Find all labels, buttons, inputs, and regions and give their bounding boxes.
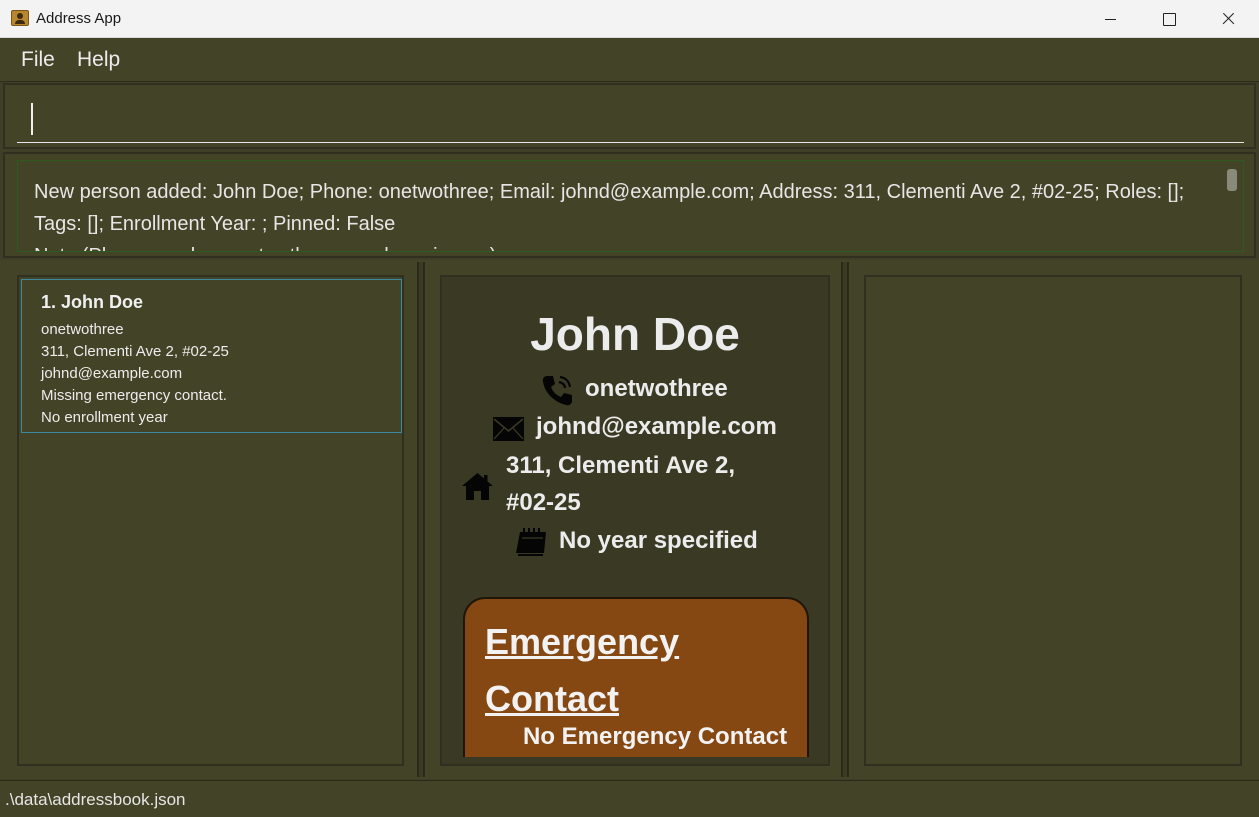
person-card-email: johnd@example.com <box>41 365 183 382</box>
window-title: Address App <box>36 10 122 27</box>
menu-bar: File Help <box>0 38 1259 82</box>
detail-address-line1: 311, Clementi Ave 2, <box>506 452 736 479</box>
result-scrollbar-thumb[interactable] <box>1227 169 1237 191</box>
result-line: Note (Phone number onetwothree may have … <box>34 240 1214 251</box>
detail-name: John Doe <box>530 308 740 360</box>
detail-phone: onetwothree <box>585 375 728 402</box>
person-card[interactable]: 1. John Doe onetwothree 311, Clementi Av… <box>21 279 402 433</box>
detail-email: johnd@example.com <box>536 413 777 440</box>
calendar-icon <box>516 528 546 556</box>
person-card-name: 1. John Doe <box>41 292 144 312</box>
detail-address-line2: #02-25 <box>506 489 581 516</box>
person-card-emergency: Missing emergency contact. <box>41 387 227 404</box>
minimize-button[interactable] <box>1082 0 1140 38</box>
result-line: New person added: John Doe; Phone: onetw… <box>34 181 1185 203</box>
result-line: Tags: []; Enrollment Year: ; Pinned: Fal… <box>34 213 396 235</box>
status-file-path: .\data\addressbook.json <box>5 790 186 809</box>
menu-file[interactable]: File <box>21 48 55 72</box>
emergency-contact-title: Emergency Contact <box>485 613 725 727</box>
emergency-title-line1: Emergency <box>485 621 680 662</box>
person-card-enrollment: No enrollment year <box>41 409 168 426</box>
person-card-phone: onetwothree <box>41 321 124 338</box>
close-button[interactable] <box>1199 0 1257 38</box>
detail-enrollment-year: No year specified <box>559 527 758 554</box>
result-display: New person added: John Doe; Phone: onetw… <box>3 152 1256 258</box>
person-list-panel: 1. John Doe onetwothree 311, Clementi Av… <box>17 275 404 766</box>
menu-help[interactable]: Help <box>77 48 120 72</box>
split-divider-right[interactable] <box>841 262 849 777</box>
phone-icon <box>542 375 572 406</box>
emergency-title-line2: Contact <box>485 678 619 719</box>
status-bar: .\data\addressbook.json <box>0 780 1259 817</box>
command-input[interactable] <box>17 95 1244 143</box>
text-caret <box>31 103 33 135</box>
person-detail-panel: John Doe onetwothree johnd@example.com 3… <box>440 275 830 766</box>
address-book-icon <box>11 10 29 26</box>
person-card-address: 311, Clementi Ave 2, #02-25 <box>41 343 229 360</box>
title-bar: Address App <box>0 0 1259 38</box>
result-text-area[interactable]: New person added: John Doe; Phone: onetw… <box>17 160 1244 252</box>
maximize-button[interactable] <box>1140 0 1198 38</box>
result-text: New person added: John Doe; Phone: onetw… <box>34 176 1214 251</box>
command-box <box>3 83 1256 149</box>
emergency-contact-card: Emergency Contact No Emergency Contact <box>463 597 809 757</box>
envelope-icon <box>493 417 524 441</box>
emergency-contact-value: No Emergency Contact <box>523 723 788 750</box>
right-panel <box>864 275 1242 766</box>
home-icon <box>462 473 493 500</box>
split-divider-left[interactable] <box>417 262 425 777</box>
